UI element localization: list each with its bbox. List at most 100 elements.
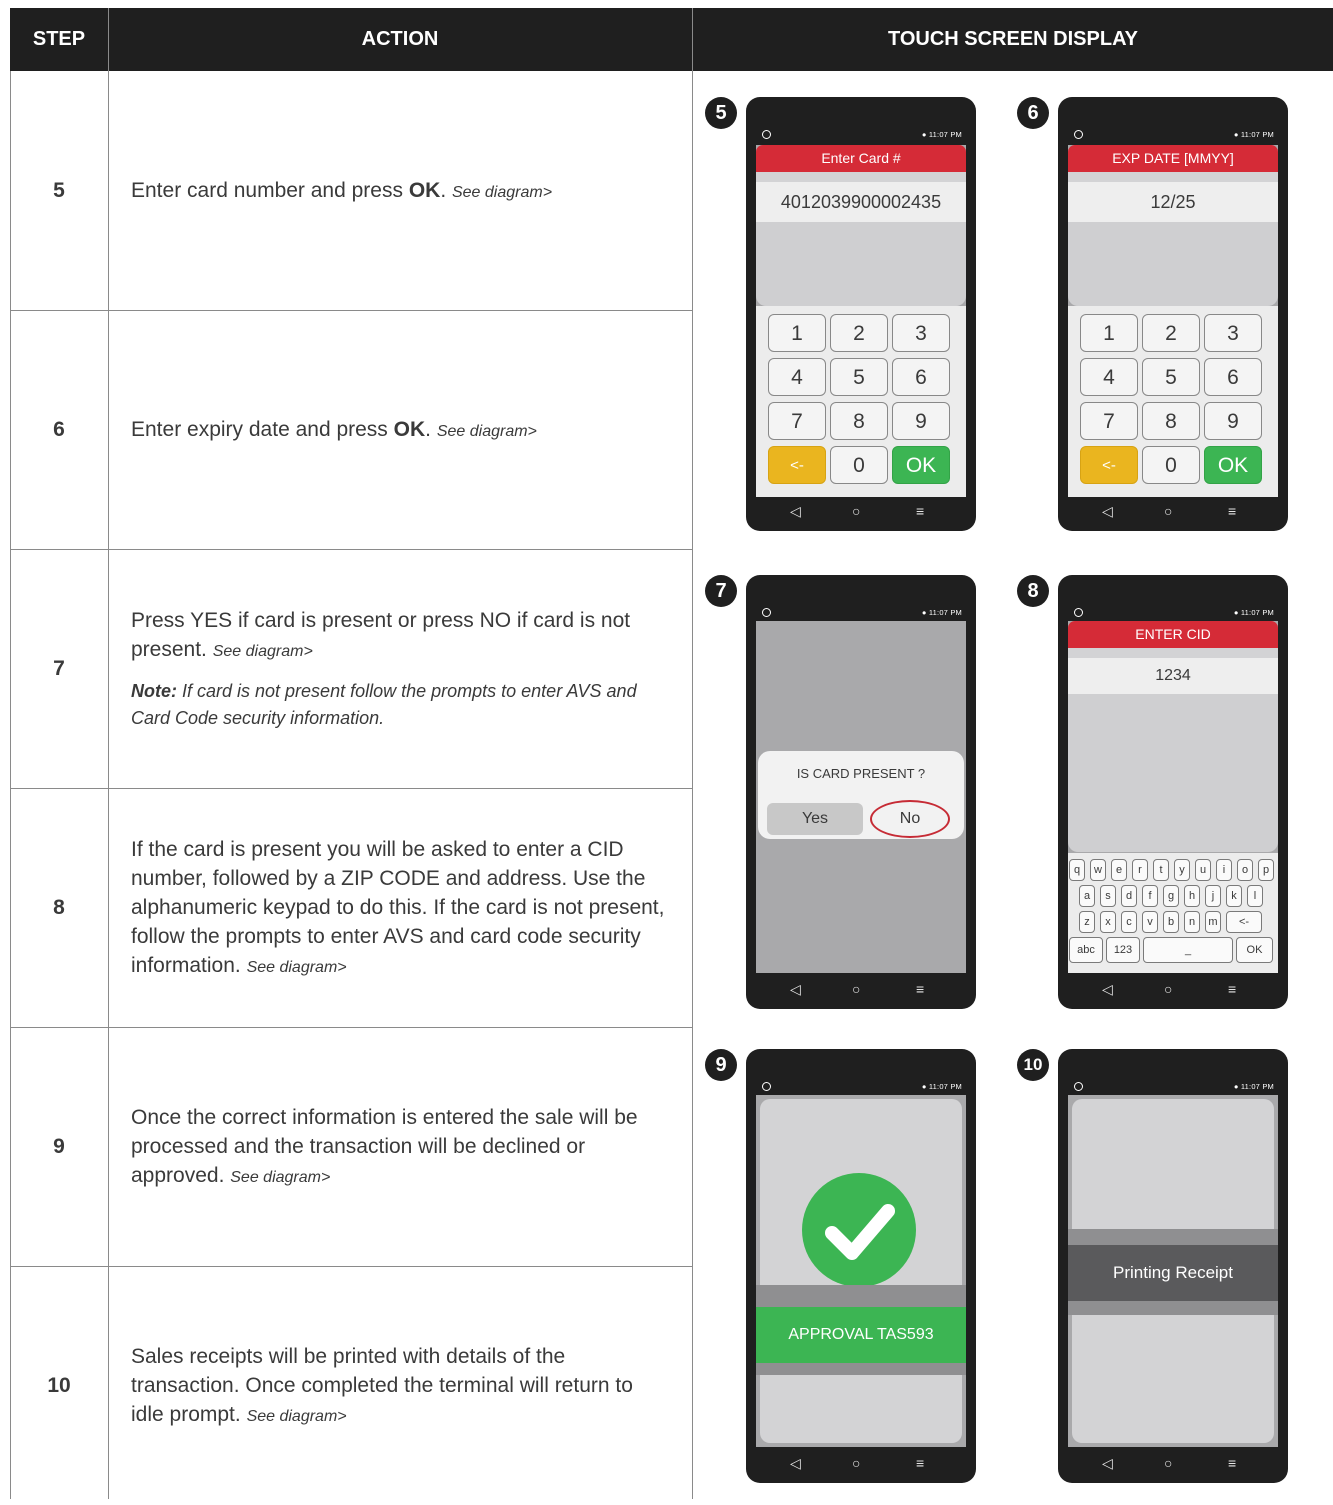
step-number: 5 — [53, 179, 65, 202]
key-5[interactable]: 5 — [830, 358, 888, 396]
key-m[interactable]: m — [1205, 911, 1221, 933]
menu-icon[interactable]: ≡ — [916, 1455, 924, 1471]
ok-key[interactable]: OK — [1204, 446, 1262, 484]
home-icon[interactable]: ○ — [852, 981, 860, 997]
key-7[interactable]: 7 — [768, 402, 826, 440]
key-4[interactable]: 4 — [768, 358, 826, 396]
key-2[interactable]: 2 — [1142, 314, 1200, 352]
key-o[interactable]: o — [1237, 859, 1253, 881]
terminal-device: ● 11:07 PM ENTER CID 1234 q w e r t y u … — [1058, 575, 1288, 1009]
menu-icon[interactable]: ≡ — [1228, 1455, 1236, 1471]
title-underbar — [1068, 172, 1278, 182]
card-number-field[interactable]: 4012039900002435 — [756, 182, 966, 222]
key-p[interactable]: p — [1258, 859, 1274, 881]
back-icon[interactable]: ◁ — [790, 1455, 801, 1472]
see-diagram: See diagram> — [246, 958, 347, 976]
backspace-key[interactable]: <- — [1226, 911, 1262, 933]
home-icon[interactable]: ○ — [852, 1455, 860, 1471]
key-n[interactable]: n — [1184, 911, 1200, 933]
key-9[interactable]: 9 — [892, 402, 950, 440]
expiry-date-field[interactable]: 12/25 — [1068, 182, 1278, 222]
key-1[interactable]: 1 — [768, 314, 826, 352]
key-x[interactable]: x — [1100, 911, 1116, 933]
back-icon[interactable]: ◁ — [1102, 981, 1113, 998]
action-text: Enter card number and press — [131, 178, 409, 202]
table-header: STEP ACTION TOUCH SCREEN DISPLAY — [10, 8, 1333, 71]
status-time: ● 11:07 PM — [1233, 130, 1274, 139]
step-badge: 9 — [705, 1049, 737, 1081]
space-key[interactable]: _ — [1143, 937, 1233, 963]
key-9[interactable]: 9 — [1204, 402, 1262, 440]
key-d[interactable]: d — [1121, 885, 1137, 907]
key-l[interactable]: l — [1247, 885, 1263, 907]
key-0[interactable]: 0 — [830, 446, 888, 484]
ok-key[interactable]: OK — [1236, 937, 1273, 963]
backspace-key[interactable]: <- — [768, 446, 826, 484]
key-r[interactable]: r — [1132, 859, 1148, 881]
key-b[interactable]: b — [1163, 911, 1179, 933]
device-screen: Printing Receipt — [1068, 1095, 1278, 1447]
key-3[interactable]: 3 — [892, 314, 950, 352]
home-icon[interactable]: ○ — [1164, 981, 1172, 997]
key-s[interactable]: s — [1100, 885, 1116, 907]
home-icon[interactable]: ○ — [1164, 503, 1172, 519]
key-t[interactable]: t — [1153, 859, 1169, 881]
home-icon[interactable]: ○ — [852, 503, 860, 519]
back-icon[interactable]: ◁ — [790, 503, 801, 520]
key-3[interactable]: 3 — [1204, 314, 1262, 352]
key-w[interactable]: w — [1090, 859, 1106, 881]
menu-icon[interactable]: ≡ — [916, 981, 924, 997]
key-6[interactable]: 6 — [1204, 358, 1262, 396]
back-icon[interactable]: ◁ — [1102, 503, 1113, 520]
status-time-text: 11:07 PM — [1240, 1082, 1274, 1091]
key-e[interactable]: e — [1111, 859, 1127, 881]
key-h[interactable]: h — [1184, 885, 1200, 907]
cid-field[interactable]: 1234 — [1068, 658, 1278, 694]
key-8[interactable]: 8 — [1142, 402, 1200, 440]
key-y[interactable]: y — [1174, 859, 1190, 881]
key-6[interactable]: 6 — [892, 358, 950, 396]
key-j[interactable]: j — [1205, 885, 1221, 907]
key-q[interactable]: q — [1069, 859, 1085, 881]
key-k[interactable]: k — [1226, 885, 1242, 907]
back-icon[interactable]: ◁ — [1102, 1455, 1113, 1472]
action-text: . — [425, 417, 437, 441]
menu-icon[interactable]: ≡ — [916, 503, 924, 519]
key-5[interactable]: 5 — [1142, 358, 1200, 396]
yes-button[interactable]: Yes — [767, 803, 863, 835]
key-v[interactable]: v — [1142, 911, 1158, 933]
status-bar: ● 11:07 PM — [756, 129, 966, 143]
key-u[interactable]: u — [1195, 859, 1211, 881]
key-1[interactable]: 1 — [1080, 314, 1138, 352]
key-f[interactable]: f — [1142, 885, 1158, 907]
nav-bar: ◁ ○ ≡ — [1068, 1449, 1278, 1479]
num-key[interactable]: 123 — [1106, 937, 1140, 963]
key-i[interactable]: i — [1216, 859, 1232, 881]
status-time-text: 11:07 PM — [928, 1082, 962, 1091]
key-c[interactable]: c — [1121, 911, 1137, 933]
step-row: 7 Press YES if card is present or press … — [10, 550, 693, 788]
home-icon[interactable]: ○ — [1164, 1455, 1172, 1471]
printing-message: Printing Receipt — [1068, 1245, 1278, 1301]
abc-key[interactable]: abc — [1069, 937, 1103, 963]
menu-icon[interactable]: ≡ — [1228, 503, 1236, 519]
highlight-ring — [870, 800, 950, 838]
display-panel — [1068, 222, 1278, 306]
backspace-key[interactable]: <- — [1080, 446, 1138, 484]
key-8[interactable]: 8 — [830, 402, 888, 440]
key-g[interactable]: g — [1163, 885, 1179, 907]
key-4[interactable]: 4 — [1080, 358, 1138, 396]
back-icon[interactable]: ◁ — [790, 981, 801, 998]
key-z[interactable]: z — [1079, 911, 1095, 933]
step-badge: 7 — [705, 575, 737, 607]
see-diagram: See diagram> — [451, 183, 553, 201]
key-a[interactable]: a — [1079, 885, 1095, 907]
ok-key[interactable]: OK — [892, 446, 950, 484]
key-7[interactable]: 7 — [1080, 402, 1138, 440]
key-0[interactable]: 0 — [1142, 446, 1200, 484]
approved-check-icon — [802, 1173, 916, 1287]
menu-icon[interactable]: ≡ — [1228, 981, 1236, 997]
nav-bar: ◁ ○ ≡ — [1068, 975, 1278, 1005]
key-2[interactable]: 2 — [830, 314, 888, 352]
status-time: ● 11:07 PM — [921, 608, 962, 617]
